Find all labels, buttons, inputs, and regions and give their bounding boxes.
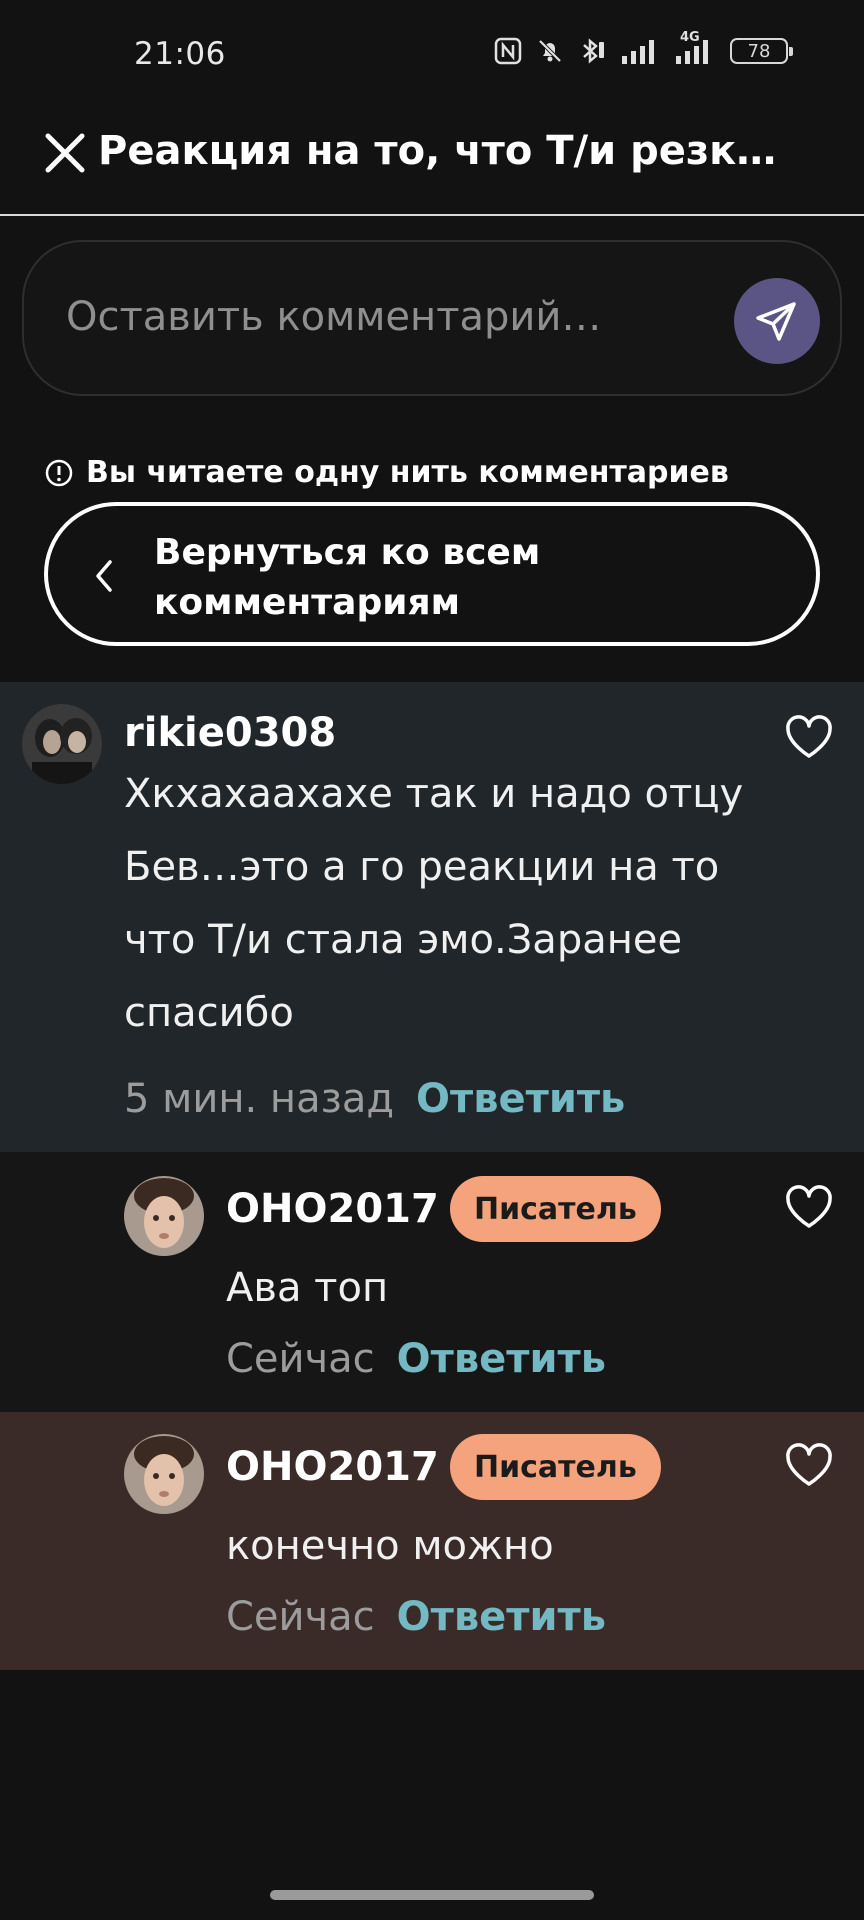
send-icon (756, 302, 796, 341)
back-button-label: Вернуться ко всем комментариям (154, 532, 541, 623)
comment-text: Ава топ (226, 1265, 389, 1311)
comment-parent: rikie0308 Хкхахаахахе так и надо отцу Бе… (0, 682, 864, 1152)
thread-notice-text: Вы читаете одну нить комментариев (86, 455, 729, 490)
comment-box (22, 240, 842, 396)
like-button[interactable] (784, 1184, 834, 1230)
like-button[interactable] (784, 714, 834, 760)
comment-meta: Сейчас Ответить (226, 1336, 606, 1382)
nfc-icon (494, 37, 522, 65)
writer-badge: Писатель (450, 1176, 661, 1242)
heart-icon (786, 715, 832, 758)
comment-username[interactable]: OHO2017 (226, 1186, 439, 1232)
reply-link[interactable]: Ответить (397, 1594, 606, 1640)
bluetooth-icon (578, 36, 608, 66)
reply-link[interactable]: Ответить (416, 1076, 625, 1122)
signal-4g-icon: 4G (676, 30, 716, 64)
info-icon (45, 459, 73, 486)
comment-input[interactable] (64, 287, 684, 347)
heart-icon (786, 1185, 832, 1228)
battery-icon: 78 (730, 38, 793, 64)
writer-badge: Писатель (450, 1434, 661, 1500)
signal-icon (622, 38, 662, 64)
comment-reply: OHO2017 Писатель Ава топ Сейчас Ответить (0, 1152, 864, 1412)
like-button[interactable] (784, 1442, 834, 1488)
avatar[interactable] (124, 1434, 204, 1514)
comment-text: конечно можно (226, 1523, 554, 1569)
thread-notice: Вы читаете одну нить комментариев (44, 455, 729, 490)
status-bar: 21:06 4G 78 (0, 0, 864, 110)
avatar[interactable] (22, 704, 102, 784)
avatar[interactable] (124, 1176, 204, 1256)
comment-timestamp: Сейчас (226, 1336, 375, 1382)
reply-link[interactable]: Ответить (397, 1336, 606, 1382)
header: Реакция на то, что Т/и резк… (0, 110, 864, 216)
status-icons: 4G 78 (494, 30, 793, 66)
send-button[interactable] (734, 278, 820, 364)
comment-meta: 5 мин. назад Ответить (124, 1076, 625, 1122)
heart-icon (786, 1443, 832, 1486)
comment-timestamp: 5 мин. назад (124, 1076, 395, 1122)
comment-text: Хкхахаахахе так и надо отцу Бев…это а го… (124, 771, 744, 1036)
comment-username[interactable]: rikie0308 (124, 710, 336, 756)
page-title: Реакция на то, что Т/и резк… (98, 128, 777, 174)
close-button[interactable] (42, 130, 88, 176)
status-time: 21:06 (134, 36, 226, 72)
silent-bell-icon (536, 37, 564, 65)
close-icon (45, 133, 85, 173)
comment-meta: Сейчас Ответить (226, 1594, 606, 1640)
comment-username[interactable]: OHO2017 (226, 1444, 439, 1490)
home-indicator[interactable] (270, 1890, 594, 1900)
comment-reply-highlighted: OHO2017 Писатель конечно можно Сейчас От… (0, 1412, 864, 1670)
back-to-all-comments-button[interactable]: Вернуться ко всем комментариям (44, 502, 820, 646)
chevron-left-icon (96, 560, 112, 592)
comment-timestamp: Сейчас (226, 1594, 375, 1640)
